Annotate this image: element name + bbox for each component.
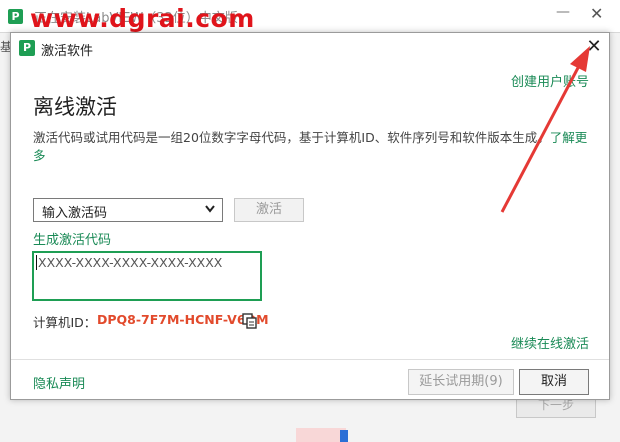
activation-dialog: P 激活软件 ✕ 创建用户账号 离线激活 激活代码或试用代码是一组20位数字字母… [10,32,610,400]
dialog-logo-icon: P [19,40,35,56]
taskbar-item [296,428,346,442]
extend-trial-button[interactable]: 延长试用期(9) [408,369,514,395]
activation-code-input[interactable]: XXXX-XXXX-XXXX-XXXX-XXXX [32,251,262,301]
taskbar-marker [340,430,348,442]
cancel-button[interactable]: 取消 [519,369,589,395]
continue-online-link[interactable]: 继续在线激活 [511,333,589,352]
code-type-selected: 输入激活码 [42,206,108,221]
chevron-down-icon [204,201,216,220]
generate-code-link[interactable]: 生成激活代码 [33,229,111,248]
dialog-close-icon[interactable]: ✕ [583,36,605,58]
watermark-text: www.dgrai.com [30,4,255,33]
footer-divider [11,359,609,360]
privacy-link[interactable]: 隐私声明 [33,373,85,392]
create-account-link[interactable]: 创建用户账号 [511,71,589,90]
labview-logo-icon: P [8,9,23,24]
dialog-title: 激活软件 [41,44,94,59]
page-title: 离线激活 [33,95,117,119]
activate-button[interactable]: 激活 [234,198,304,222]
activation-code-placeholder: XXXX-XXXX-XXXX-XXXX-XXXX [36,255,223,270]
description-text: 激活代码或试用代码是一组20位数字字母代码，基于计算机ID、软件序列号和软件版本… [33,129,593,165]
code-type-select[interactable]: 输入激活码 [33,198,223,222]
machine-id-label: 计算机ID： [33,315,97,330]
minimize-icon[interactable]: — [556,4,570,20]
dialog-titlebar: P 激活软件 ✕ [11,33,609,63]
description-body: 激活代码或试用代码是一组20位数字字母代码，基于计算机ID、软件序列号和软件版本… [33,130,550,145]
close-icon[interactable]: ✕ [590,4,603,23]
copy-icon[interactable] [242,313,258,329]
